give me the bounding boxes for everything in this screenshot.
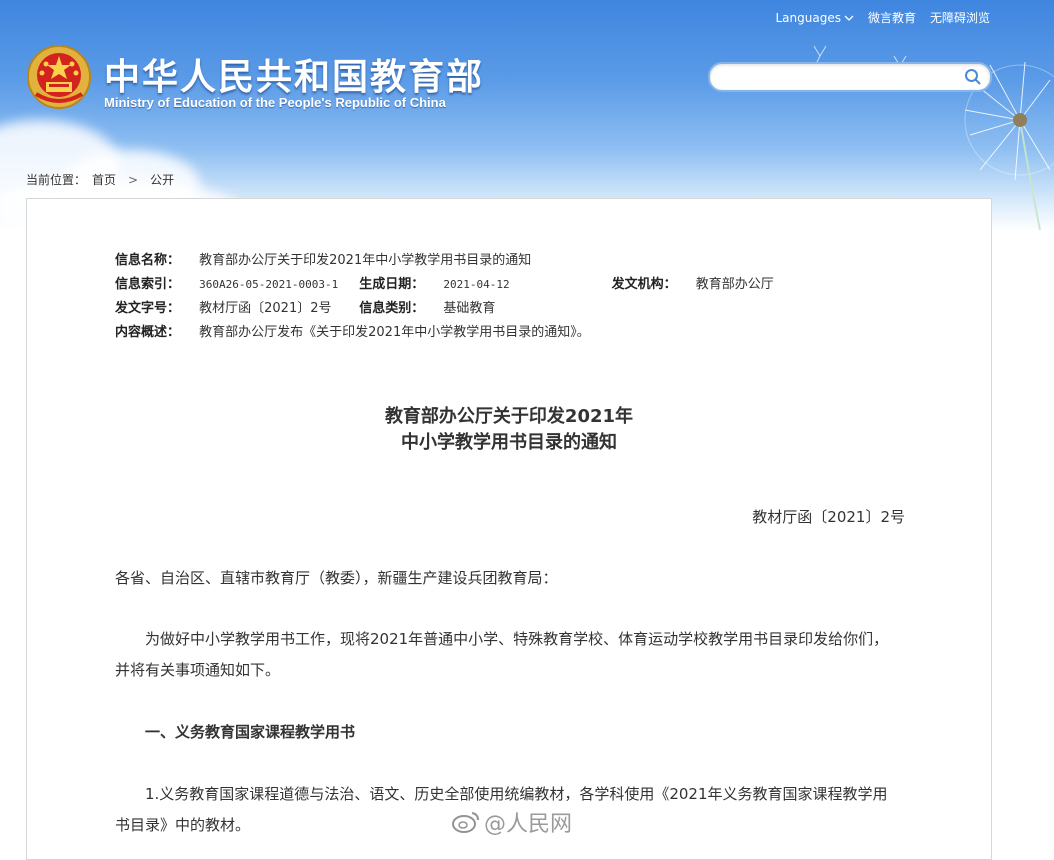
watermark: @人民网 bbox=[452, 806, 572, 838]
meta-row-name: 信息名称： 教育部办公厅关于印发2021年中小学教学用书目录的通知 bbox=[115, 249, 774, 273]
meta-name-label: 信息名称： bbox=[115, 253, 181, 268]
section-heading: 一、义务教育国家课程教学用书 bbox=[145, 723, 356, 741]
meta-summary-label: 内容概述： bbox=[115, 325, 181, 340]
meta-row-index: 信息索引： 360A26-05-2021-0003-1 生成日期： 2021-0… bbox=[115, 273, 774, 297]
meta-docno-label: 发文字号： bbox=[115, 301, 181, 316]
content-panel: 信息名称： 教育部办公厅关于印发2021年中小学教学用书目录的通知 信息索引： … bbox=[26, 198, 992, 860]
languages-label: Languages bbox=[775, 10, 841, 25]
breadcrumb-home[interactable]: 首页 bbox=[92, 171, 116, 188]
meta-name-value: 教育部办公厅关于印发2021年中小学教学用书目录的通知 bbox=[199, 253, 532, 268]
meta-category-label: 信息类别： bbox=[359, 301, 425, 316]
national-emblem-icon bbox=[27, 45, 91, 109]
languages-link[interactable]: Languages bbox=[775, 10, 854, 25]
meta-index-value: 360A26-05-2021-0003-1 bbox=[199, 278, 339, 291]
meta-date-label: 生成日期： bbox=[359, 277, 425, 292]
search-input[interactable] bbox=[722, 64, 966, 90]
document-metadata: 信息名称： 教育部办公厅关于印发2021年中小学教学用书目录的通知 信息索引： … bbox=[115, 249, 774, 345]
site-subtitle: Ministry of Education of the People's Re… bbox=[104, 95, 446, 110]
document-title-line1: 教育部办公厅关于印发2021年 bbox=[384, 406, 634, 427]
breadcrumb-prefix: 当前位置： bbox=[26, 173, 87, 187]
paragraph-intro: 为做好中小学教学用书工作，现将2021年普通中小学、特殊教育学校、体育运动学校教… bbox=[115, 630, 889, 679]
meta-org-value: 教育部办公厅 bbox=[695, 277, 774, 292]
document-number: 教材厅函〔2021〕2号 bbox=[752, 508, 905, 526]
meta-row-docno: 发文字号： 教材厅函〔2021〕2号 信息类别： 基础教育 bbox=[115, 297, 774, 321]
top-links: Languages 微言教育 无障碍浏览 bbox=[775, 9, 990, 26]
meta-row-summary: 内容概述： 教育部办公厅发布《关于印发2021年中小学教学用书目录的通知》。 bbox=[115, 321, 774, 345]
weiyan-jiaoyu-link[interactable]: 微言教育 bbox=[868, 9, 916, 26]
meta-date-value: 2021-04-12 bbox=[443, 278, 510, 291]
site-title: 中华人民共和国教育部 bbox=[104, 57, 485, 98]
breadcrumb-separator: > bbox=[128, 172, 139, 187]
salutation: 各省、自治区、直辖市教育厅（教委），新疆生产建设兵团教育局： bbox=[115, 569, 558, 587]
accessibility-link[interactable]: 无障碍浏览 bbox=[930, 9, 990, 26]
meta-org-label: 发文机构： bbox=[611, 277, 677, 292]
meta-index-label: 信息索引： bbox=[115, 277, 181, 292]
search-box bbox=[708, 62, 992, 92]
search-icon[interactable] bbox=[964, 68, 982, 86]
watermark-text: @人民网 bbox=[484, 812, 573, 837]
breadcrumb: 当前位置： 首页 > 公开 bbox=[26, 171, 174, 188]
site-header: 中华人民共和国教育部 Ministry of Education of the … bbox=[0, 0, 1054, 230]
meta-docno-value: 教材厅函〔2021〕2号 bbox=[199, 301, 332, 316]
breadcrumb-current[interactable]: 公开 bbox=[150, 171, 174, 188]
document-title: 教育部办公厅关于印发2021年 中小学教学用书目录的通知 bbox=[27, 404, 991, 456]
meta-category-value: 基础教育 bbox=[443, 301, 496, 316]
weibo-icon bbox=[452, 812, 479, 833]
document-title-line2: 中小学教学用书目录的通知 bbox=[401, 432, 617, 453]
chevron-down-icon bbox=[844, 15, 854, 21]
meta-summary-value: 教育部办公厅发布《关于印发2021年中小学教学用书目录的通知》。 bbox=[199, 325, 590, 340]
